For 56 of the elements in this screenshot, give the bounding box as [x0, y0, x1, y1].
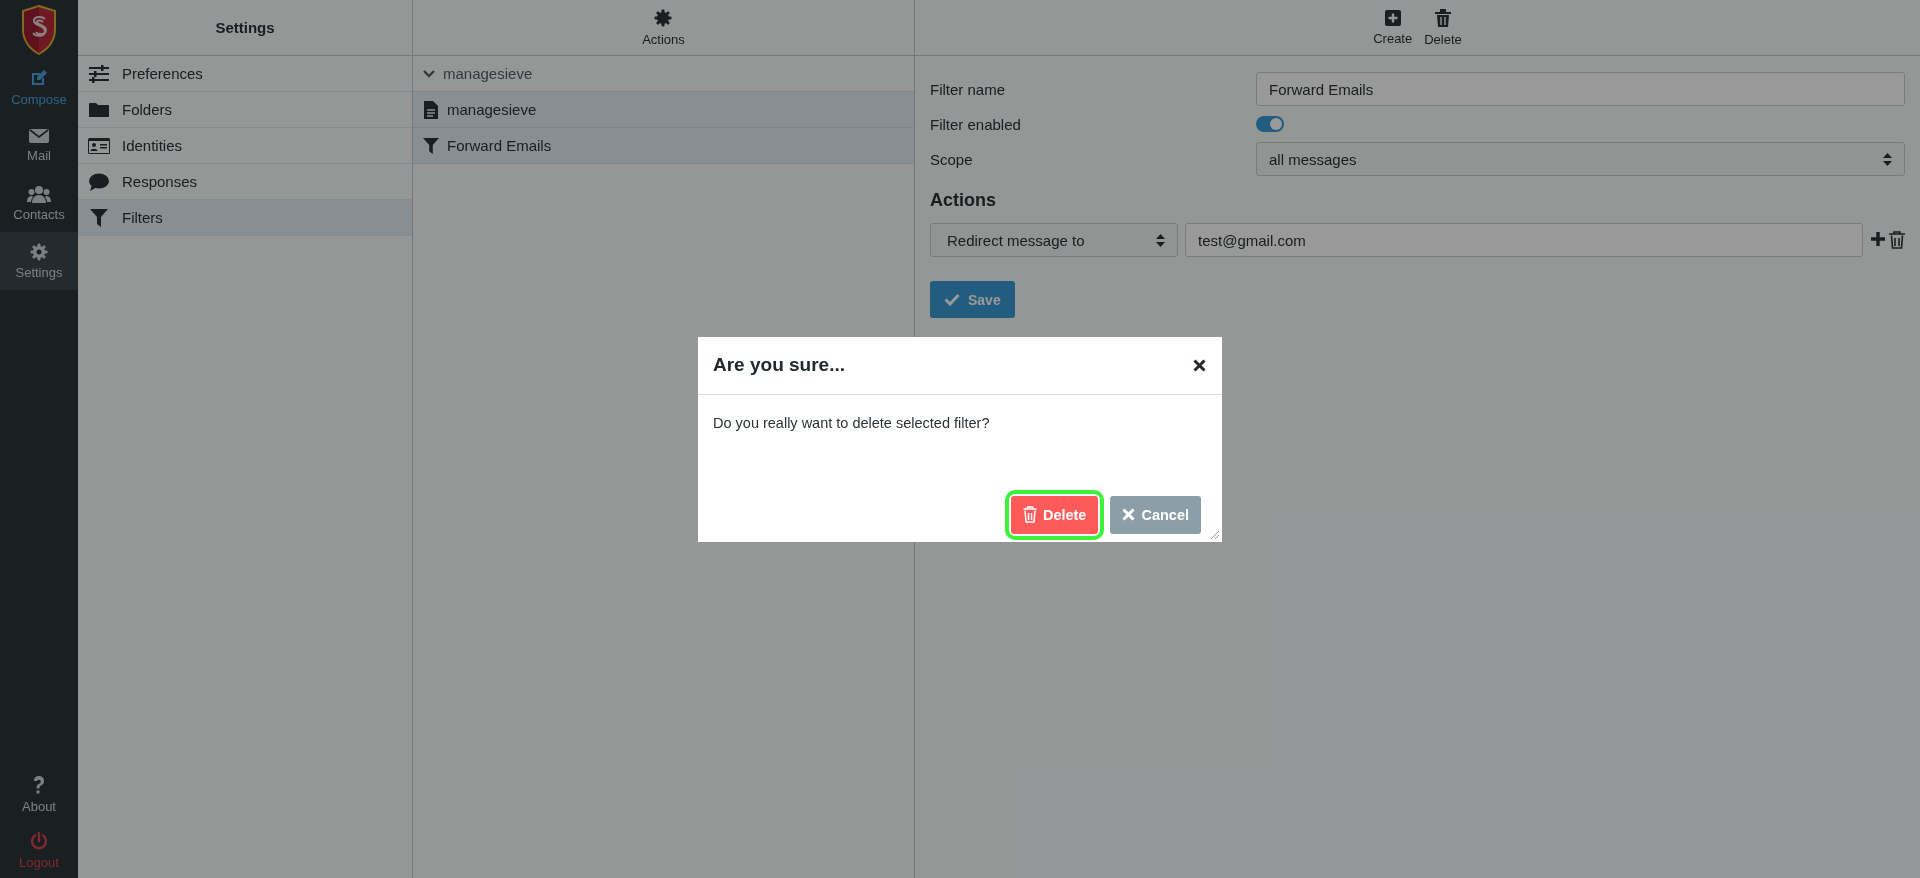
- trash-icon: [1022, 506, 1037, 523]
- rail-item[interactable]: Compose: [0, 58, 78, 116]
- chevron-down-icon[interactable]: [423, 69, 435, 78]
- funnel-icon: [88, 207, 110, 228]
- check-icon: [944, 293, 960, 306]
- document-icon: [423, 100, 439, 119]
- panel-title: Settings: [215, 19, 275, 36]
- field-label: Scope: [930, 150, 974, 168]
- edit-icon: [29, 67, 49, 88]
- category-item[interactable]: Preferences: [78, 56, 412, 92]
- select-field[interactable]: Redirect message to: [930, 223, 1178, 257]
- dialog-title: Are you sure...: [713, 354, 845, 376]
- category-item[interactable]: Identities: [78, 128, 412, 164]
- rail-item[interactable]: About: [0, 766, 78, 822]
- toolbar-button[interactable]: Delete: [1424, 8, 1462, 47]
- category-item[interactable]: Folders: [78, 92, 412, 128]
- tree-node[interactable]: managesieve: [443, 65, 533, 82]
- trash-icon: [1435, 8, 1451, 27]
- select-field[interactable]: all messages: [1256, 142, 1905, 176]
- folder-icon: [88, 101, 110, 118]
- envelope-icon: [28, 127, 50, 144]
- plus-square-icon: [1384, 9, 1401, 26]
- field-label: Filter name: [930, 80, 1007, 98]
- question-icon: [32, 774, 46, 795]
- trash-icon[interactable]: [1889, 231, 1905, 249]
- tree-item[interactable]: Forward Emails: [413, 128, 914, 164]
- tree-item[interactable]: managesieve: [413, 92, 914, 128]
- toggle-switch[interactable]: [1256, 116, 1284, 132]
- rail-item[interactable]: Mail: [0, 116, 78, 174]
- cancel-button[interactable]: Cancel: [1110, 495, 1201, 534]
- sliders-icon: [88, 64, 110, 83]
- power-icon: [29, 830, 49, 851]
- shield-logo: [22, 5, 56, 55]
- funnel-icon: [423, 135, 439, 156]
- rail-item[interactable]: Contacts: [0, 174, 78, 232]
- close-icon: [1193, 358, 1206, 372]
- category-item[interactable]: Filters: [78, 200, 412, 236]
- toolbar-button[interactable]: Create: [1373, 9, 1413, 46]
- field-label: Filter enabled: [930, 115, 1022, 133]
- actions-menu-button[interactable]: Actions: [642, 8, 685, 47]
- gear-icon: [30, 242, 48, 261]
- close-icon: [1122, 508, 1136, 521]
- input-field[interactable]: test@gmail.com: [1185, 223, 1863, 257]
- rail-item[interactable]: Settings: [0, 232, 78, 290]
- dialog-message: Do you really want to delete selected filter?: [712, 413, 991, 433]
- up-down-caret-icon: [1156, 233, 1165, 247]
- id-card-icon: [88, 137, 110, 154]
- close-button[interactable]: [1191, 356, 1208, 374]
- speech-bubble-icon: [88, 172, 110, 191]
- plus-icon[interactable]: [1870, 231, 1886, 247]
- input-field[interactable]: Forward Emails: [1256, 72, 1905, 106]
- delete-button[interactable]: Delete: [1010, 495, 1099, 534]
- up-down-caret-icon: [1883, 152, 1892, 166]
- section-heading: Actions: [930, 190, 997, 211]
- resize-grip-icon[interactable]: [1211, 530, 1219, 539]
- users-icon: [27, 184, 51, 203]
